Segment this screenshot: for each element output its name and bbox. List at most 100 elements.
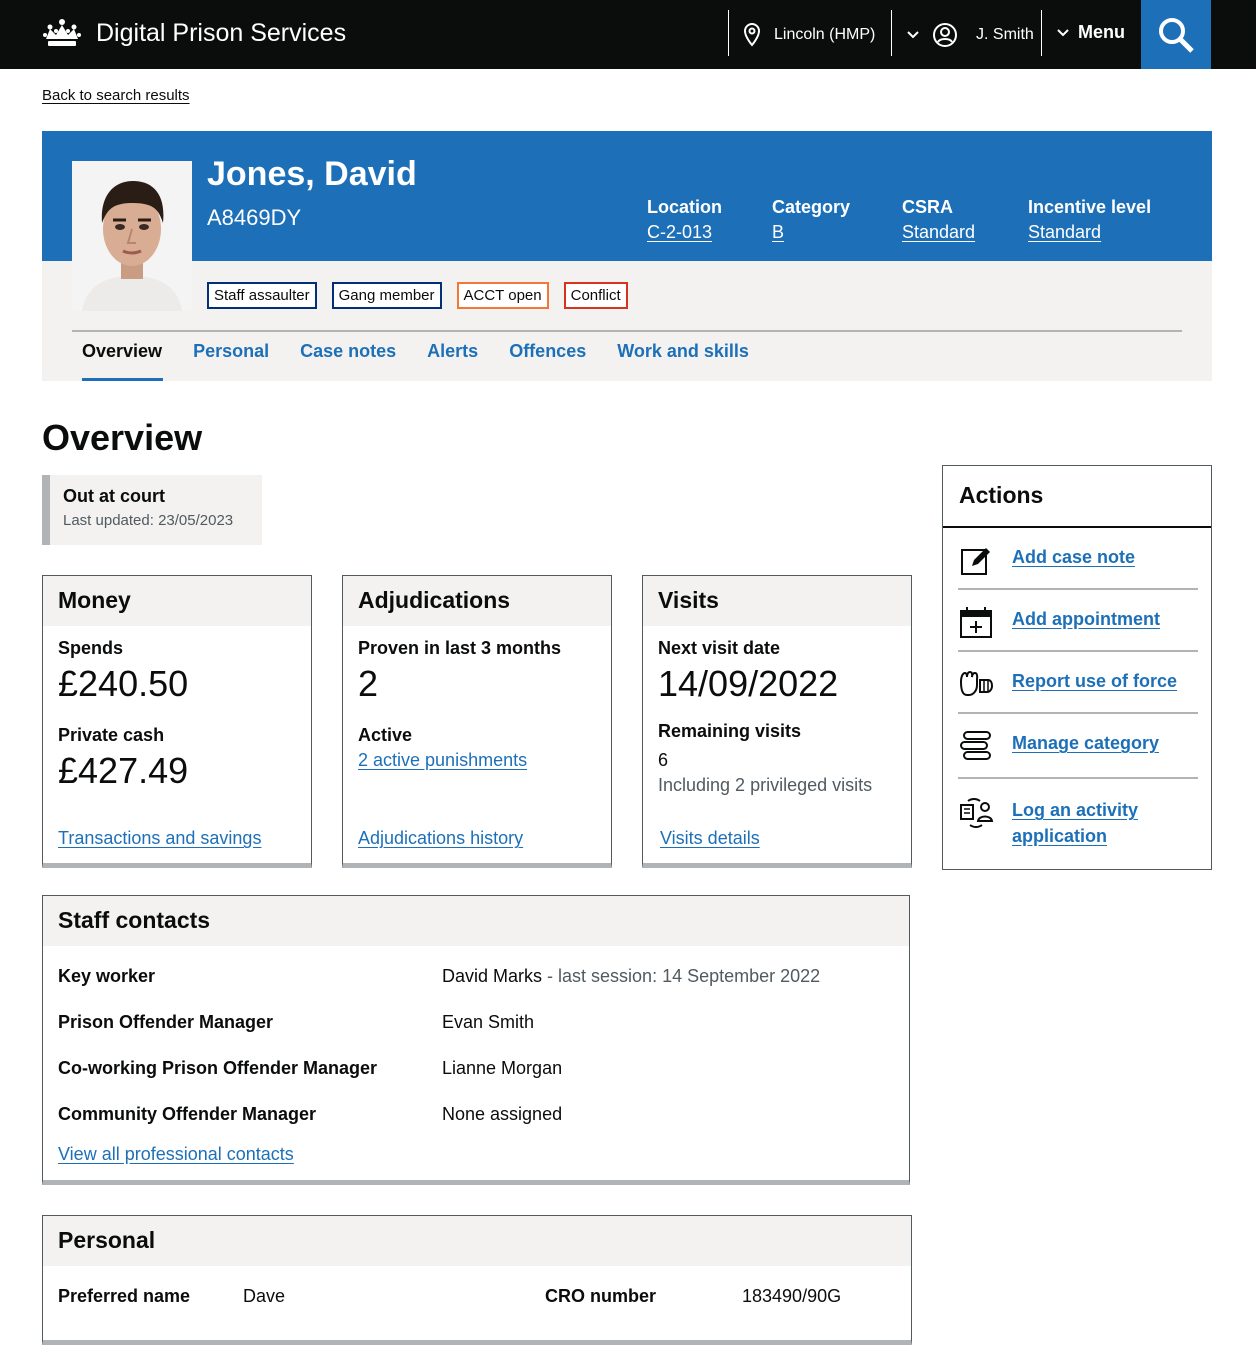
row-key: Community Offender Manager: [58, 1104, 317, 1124]
calendar-add-icon: [960, 607, 992, 638]
divider: [1041, 10, 1042, 56]
tab-overview[interactable]: Overview: [72, 341, 172, 381]
page-title: Overview: [42, 417, 203, 458]
meta-value-link[interactable]: Standard: [902, 222, 975, 242]
service-name: Digital Prison Services: [96, 18, 347, 47]
back-link[interactable]: Back to search results: [42, 87, 190, 104]
cro-number-label: CRO number: [545, 1286, 657, 1306]
tab-work-and-skills[interactable]: Work and skills: [607, 341, 759, 380]
action-link[interactable]: Add case note: [1012, 544, 1135, 570]
menu-button[interactable]: Menu: [1056, 22, 1125, 43]
next-visit-value: 14/09/2022: [658, 663, 839, 704]
edit-note-icon: [961, 548, 990, 575]
status-panel: Out at court Last updated: 23/05/2023: [42, 475, 262, 545]
cro-number-value: 183490/90G: [742, 1286, 842, 1306]
brand[interactable]: Digital Prison Services: [42, 17, 346, 49]
location-switcher[interactable]: Lincoln (HMP): [742, 22, 875, 48]
meta-csra: CSRA Standard: [902, 197, 975, 243]
hands-icon: [959, 670, 994, 696]
visits-details-link[interactable]: Visits details: [660, 828, 760, 849]
active-label: Active: [358, 725, 413, 745]
row-value: None assigned: [442, 1104, 563, 1124]
spends-label: Spends: [58, 638, 124, 658]
status-updated: Last updated: 23/05/2023: [63, 512, 234, 529]
view-contacts-link[interactable]: View all professional contacts: [58, 1144, 294, 1165]
next-visit-label: Next visit date: [658, 638, 781, 658]
prisoner-number: A8469DY: [207, 205, 302, 230]
action-add-appointment[interactable]: Add appointment: [958, 606, 1198, 638]
spends-value: £240.50: [58, 663, 189, 704]
location-label: Lincoln (HMP): [774, 26, 876, 43]
row-value: David Marks - last session: 14 September…: [442, 966, 820, 987]
tab-offences[interactable]: Offences: [499, 341, 596, 380]
key-worker-name: David Marks: [442, 966, 543, 986]
flag-badge: Staff assaulter: [207, 282, 317, 309]
preferred-name-label: Preferred name: [58, 1286, 191, 1306]
meta-value-link[interactable]: B: [772, 222, 784, 242]
action-link[interactable]: Report use of force: [1012, 668, 1177, 694]
chevron-down-icon: [907, 31, 919, 39]
remaining-visits-value: 6: [658, 750, 669, 770]
meta-key: Location: [647, 197, 722, 217]
location-pin-icon: [743, 22, 761, 47]
status-title: Out at court: [63, 486, 165, 506]
card-title: Adjudications: [343, 576, 611, 626]
row-key: Prison Offender Manager: [58, 1012, 274, 1032]
remaining-visits-label: Remaining visits: [658, 721, 802, 741]
staff-contacts-card: Staff contacts Key worker David Marks - …: [42, 895, 910, 1185]
user-icon: [933, 23, 957, 47]
row-value: Evan Smith: [442, 1012, 535, 1032]
action-link[interactable]: Manage category: [1012, 730, 1159, 756]
divider: [958, 588, 1198, 590]
meta-key: Category: [772, 197, 851, 217]
chevron-down-icon: [1057, 28, 1069, 36]
private-cash-value: £427.49: [58, 750, 189, 791]
activity-application-icon: [960, 798, 994, 828]
row-value: Lianne Morgan: [442, 1058, 563, 1078]
card-title: Visits: [643, 576, 911, 626]
tab-alerts[interactable]: Alerts: [417, 341, 488, 380]
divider: [891, 10, 892, 56]
action-link[interactable]: Add appointment: [1012, 606, 1160, 632]
search-button[interactable]: [1141, 0, 1211, 69]
row-key: Co-working Prison Offender Manager: [58, 1058, 378, 1078]
menu-label: Menu: [1078, 22, 1125, 42]
search-icon: [1159, 17, 1194, 53]
divider: [958, 712, 1198, 714]
action-log-activity-application[interactable]: Log an activity application: [958, 797, 1198, 849]
divider: [728, 10, 729, 56]
action-add-case-note[interactable]: Add case note: [958, 544, 1198, 576]
meta-key: Incentive level: [1028, 197, 1152, 217]
active-punishments-link[interactable]: 2 active punishments: [358, 750, 527, 771]
card-title: Personal: [43, 1216, 911, 1266]
meta-category: Category B: [772, 197, 850, 243]
meta-key: CSRA: [902, 197, 954, 217]
meta-location: Location C-2-013: [647, 197, 722, 243]
transactions-link[interactable]: Transactions and savings: [58, 828, 261, 849]
tab-personal[interactable]: Personal: [183, 341, 279, 380]
adjudications-card: Adjudications Proven in last 3 months 2 …: [342, 575, 612, 868]
tab-case-notes[interactable]: Case notes: [290, 341, 406, 380]
tabs-divider: [72, 330, 1182, 332]
private-cash-label: Private cash: [58, 725, 165, 745]
user-name: J. Smith: [976, 26, 1034, 43]
site-header: Digital Prison Services Lincoln (HMP) J.…: [0, 0, 1256, 69]
alert-flags: Staff assaulter Gang member ACCT open Co…: [207, 282, 628, 309]
flag-badge: ACCT open: [456, 282, 549, 309]
adjudications-history-link[interactable]: Adjudications history: [358, 828, 523, 849]
privileged-visits-text: Including 2 privileged visits: [658, 775, 873, 795]
meta-value-link[interactable]: Standard: [1028, 222, 1101, 242]
meta-value-link[interactable]: C-2-013: [647, 222, 712, 242]
personal-card: Personal Preferred name Dave CRO number …: [42, 1215, 912, 1345]
action-report-use-of-force[interactable]: Report use of force: [958, 668, 1198, 700]
user-menu[interactable]: J. Smith: [906, 22, 1034, 48]
actions-title: Actions: [943, 466, 1211, 528]
meta-incentive: Incentive level Standard: [1028, 197, 1151, 243]
action-link[interactable]: Log an activity application: [1012, 797, 1198, 849]
category-list-icon: [960, 731, 991, 760]
divider: [958, 650, 1198, 652]
preferred-name-value: Dave: [243, 1286, 286, 1306]
prisoner-banner: Jones, David A8469DY Location C-2-013 Ca…: [42, 131, 1212, 381]
action-manage-category[interactable]: Manage category: [958, 730, 1198, 762]
card-title: Money: [43, 576, 311, 626]
